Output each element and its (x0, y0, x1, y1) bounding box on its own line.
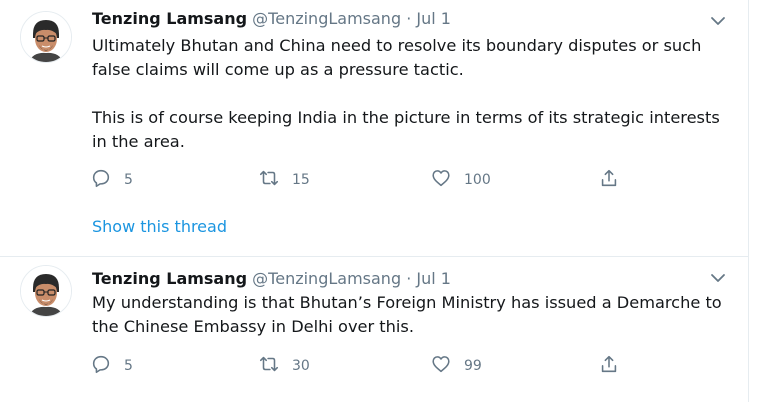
separator: · (406, 269, 412, 288)
author-handle[interactable]: @TenzingLamsang (252, 269, 401, 288)
retweet-icon (258, 167, 280, 193)
reply-button[interactable]: 5 (90, 169, 133, 191)
avatar[interactable] (20, 11, 72, 63)
tweet-header: Tenzing Lamsang @TenzingLamsang · Jul 1 (92, 9, 451, 29)
chevron-down-icon[interactable] (708, 268, 728, 288)
retweet-icon (258, 353, 280, 379)
reply-count: 5 (124, 358, 133, 374)
heart-icon (430, 353, 452, 379)
author-name[interactable]: Tenzing Lamsang (92, 9, 247, 28)
tweet[interactable]: Tenzing Lamsang @TenzingLamsang · Jul 1 … (0, 257, 748, 402)
like-count: 99 (464, 358, 482, 374)
share-icon (598, 353, 620, 379)
tweet-feed: Tenzing Lamsang @TenzingLamsang · Jul 1 … (0, 0, 749, 402)
tweet-date[interactable]: Jul 1 (416, 9, 451, 28)
share-button[interactable] (598, 169, 620, 191)
avatar[interactable] (20, 265, 72, 317)
tweet-actions: 5 15 100 (90, 169, 650, 191)
tweet-actions: 5 30 99 (90, 355, 650, 377)
tweet-text: This is of course keeping India in the p… (92, 108, 720, 151)
retweet-button[interactable]: 15 (258, 169, 310, 191)
reply-count: 5 (124, 172, 133, 188)
retweet-count: 15 (292, 172, 310, 188)
like-count: 100 (464, 172, 491, 188)
author-handle[interactable]: @TenzingLamsang (252, 9, 401, 28)
author-name[interactable]: Tenzing Lamsang (92, 269, 247, 288)
reply-icon (90, 353, 112, 379)
retweet-count: 30 (292, 358, 310, 374)
heart-icon (430, 167, 452, 193)
show-thread-link[interactable]: Show this thread (92, 217, 227, 236)
share-button[interactable] (598, 355, 620, 377)
tweet-text: Ultimately Bhutan and China need to reso… (92, 36, 702, 79)
like-button[interactable]: 100 (430, 169, 491, 191)
tweet-text: My understanding is that Bhutan’s Foreig… (92, 293, 722, 336)
tweet[interactable]: Tenzing Lamsang @TenzingLamsang · Jul 1 … (0, 0, 748, 257)
chevron-down-icon[interactable] (708, 11, 728, 31)
retweet-button[interactable]: 30 (258, 355, 310, 377)
separator: · (406, 9, 412, 28)
reply-button[interactable]: 5 (90, 355, 133, 377)
tweet-date[interactable]: Jul 1 (416, 269, 451, 288)
reply-icon (90, 167, 112, 193)
share-icon (598, 167, 620, 193)
tweet-header: Tenzing Lamsang @TenzingLamsang · Jul 1 (92, 269, 451, 289)
like-button[interactable]: 99 (430, 355, 482, 377)
